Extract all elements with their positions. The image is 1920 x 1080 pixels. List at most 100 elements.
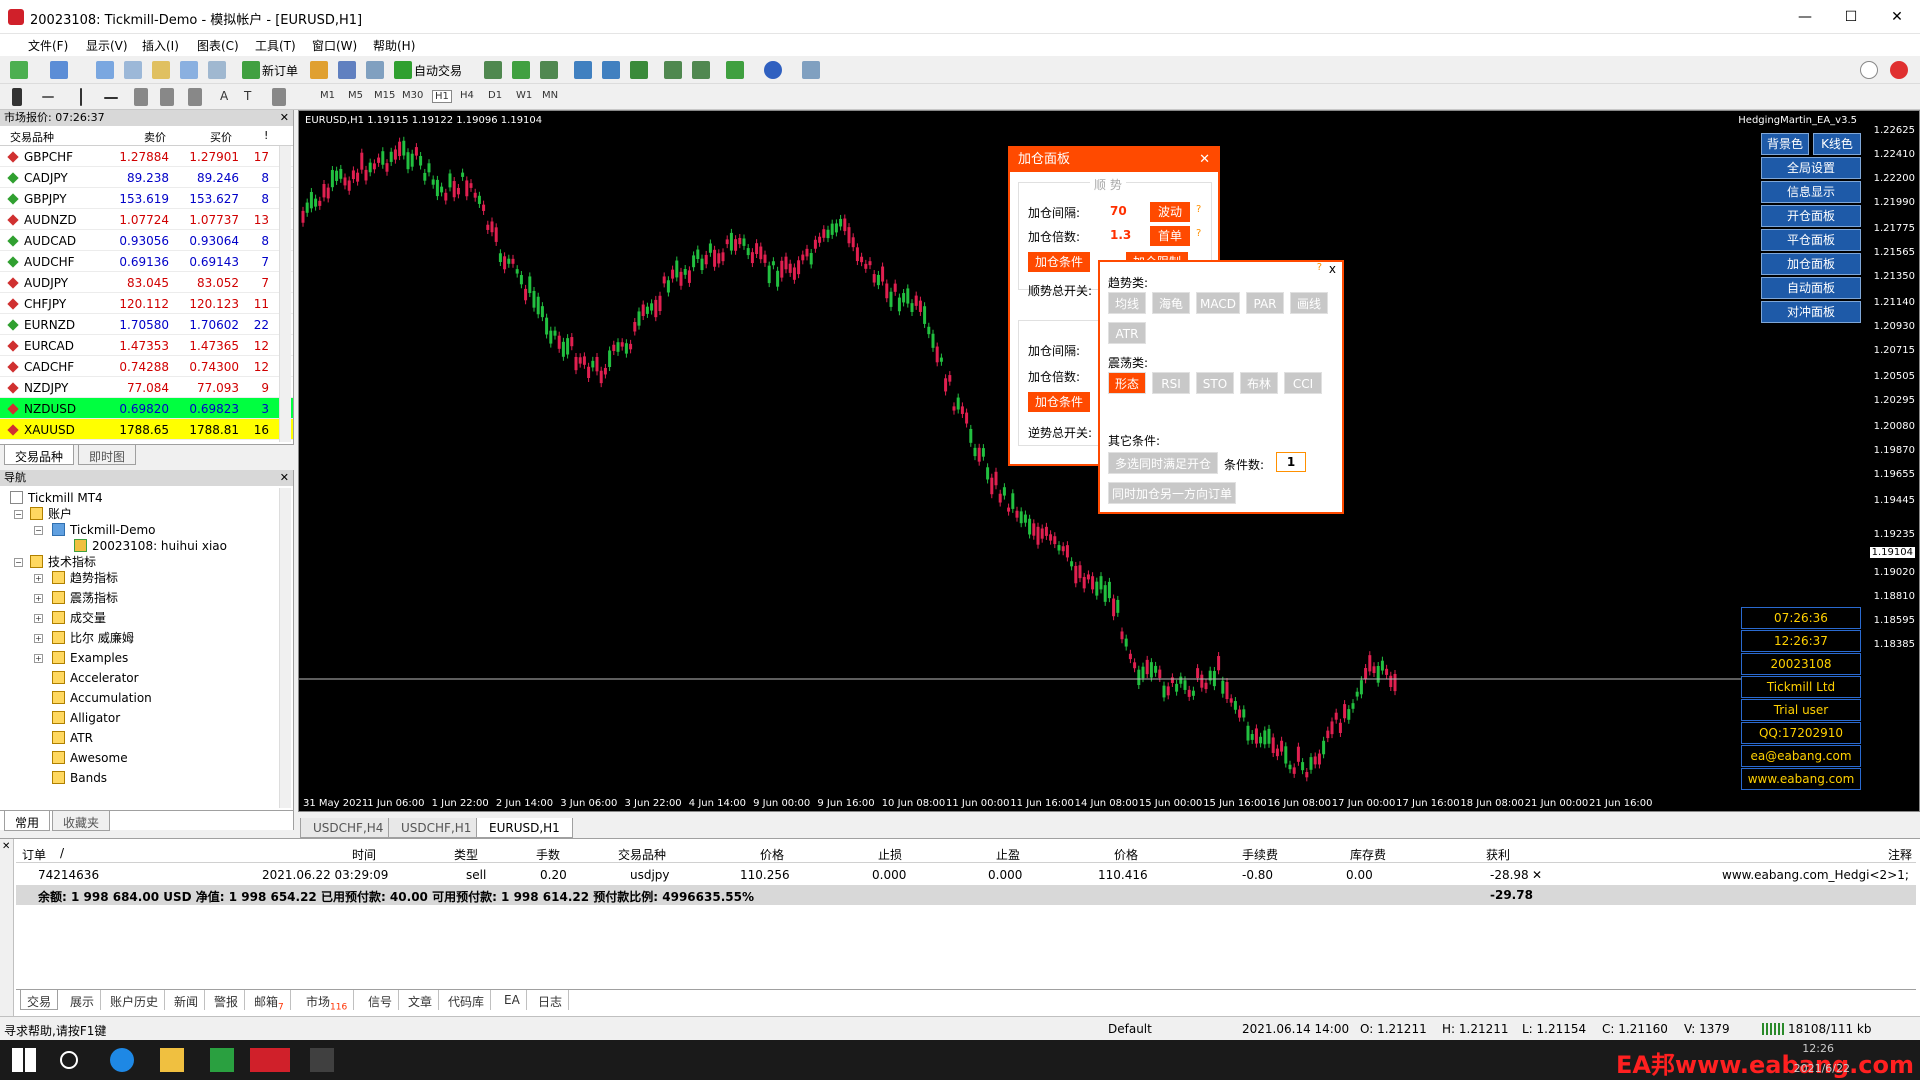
list-item[interactable]: GBPJPY 153.619 153.627 8 (0, 188, 293, 209)
ea-button[interactable]: 加仓面板 (1761, 253, 1861, 275)
zoom-out-icon[interactable] (602, 61, 620, 79)
menu-insert[interactable]: 插入(I) (142, 37, 179, 54)
count-input[interactable]: 1 (1276, 452, 1306, 472)
list-item[interactable]: CADCHF 0.74288 0.74300 12 (0, 356, 293, 377)
fibo-icon[interactable] (188, 88, 202, 106)
list-item[interactable]: AUDCHF 0.69136 0.69143 7 (0, 251, 293, 272)
mt4-icon[interactable] (250, 1048, 290, 1072)
expand-icon[interactable]: + (34, 634, 43, 643)
expand-icon[interactable]: + (34, 654, 43, 663)
ea-button[interactable]: 全局设置 (1761, 157, 1861, 179)
nav-volumes[interactable]: 成交量 (52, 608, 106, 628)
col-sl[interactable]: 止损 (878, 846, 902, 863)
close-icon[interactable]: ✕ (280, 470, 289, 486)
collapse-icon[interactable]: − (34, 526, 43, 535)
nav-oscillators[interactable]: 震荡指标 (52, 588, 118, 608)
col-spread[interactable]: ! (264, 129, 268, 142)
col-type[interactable]: 类型 (454, 846, 478, 863)
ea-button[interactable]: 自动面板 (1761, 277, 1861, 299)
tab-mailbox[interactable]: 邮箱7 (248, 990, 291, 1012)
ea-button[interactable]: 开仓面板 (1761, 205, 1861, 227)
tab-journal[interactable]: 日志 (532, 990, 570, 1010)
nav-account[interactable]: 20023108: huihui xiao (74, 536, 227, 556)
nav-bill-williams[interactable]: 比尔 威廉姆 (52, 628, 134, 648)
mt4-2-icon[interactable] (310, 1048, 334, 1072)
tab-trade[interactable]: 交易 (20, 990, 59, 1010)
close-order-icon[interactable]: ✕ (1532, 868, 1542, 882)
tab-experts[interactable]: EA (498, 990, 527, 1010)
tab-signals[interactable]: 信号 (362, 990, 400, 1010)
col-cur-price[interactable]: 价格 (1114, 846, 1138, 863)
atr-button[interactable]: ATR (1108, 322, 1146, 344)
arrows-icon[interactable] (272, 88, 286, 106)
profiles-icon[interactable] (50, 61, 68, 79)
expand-icon[interactable]: + (34, 614, 43, 623)
ea-button[interactable]: 背景色 (1761, 133, 1809, 155)
col-time[interactable]: 时间 (352, 846, 376, 863)
expand-icon[interactable]: + (34, 574, 43, 583)
market-watch-icon[interactable] (96, 61, 114, 79)
tab-articles[interactable]: 文章 (402, 990, 440, 1010)
tf-m1[interactable]: M1 (320, 90, 335, 101)
macd-button[interactable]: MACD (1196, 292, 1240, 314)
col-ask[interactable]: 买价 (210, 129, 232, 145)
turtle-button[interactable]: 海龟 (1152, 292, 1190, 314)
indicators-icon[interactable] (726, 61, 744, 79)
tab-common[interactable]: 常用 (4, 811, 51, 831)
bar-chart-icon[interactable] (484, 61, 502, 79)
ea-button[interactable]: 平仓面板 (1761, 229, 1861, 251)
table-row[interactable]: 74214636 2021.06.22 03:29:09 sell 0.20 u… (16, 865, 1916, 885)
hedge-add-button[interactable]: 同时加仓另一方向订单 (1108, 482, 1236, 504)
browser-icon[interactable] (110, 1048, 134, 1072)
hline-icon[interactable] (104, 97, 118, 99)
periods-icon[interactable] (764, 61, 782, 79)
scrollbar[interactable] (279, 146, 291, 442)
col-price[interactable]: 价格 (760, 846, 784, 863)
col-bid[interactable]: 卖价 (144, 129, 166, 145)
list-item[interactable]: EURNZD 1.70580 1.70602 22 (0, 314, 293, 335)
list-item[interactable]: CHFJPY 120.112 120.123 11 (0, 293, 293, 314)
tab-eurusd-h1[interactable]: EURUSD,H1 (476, 818, 573, 838)
list-item[interactable]: NZDJPY 77.084 77.093 9 (0, 377, 293, 398)
close-icon[interactable]: x (1329, 262, 1336, 276)
col-profit[interactable]: 获利 (1486, 846, 1510, 863)
trendline-icon[interactable] (134, 88, 148, 106)
tab-news[interactable]: 新闻 (168, 990, 206, 1010)
bollinger-button[interactable]: 布林 (1240, 372, 1278, 394)
nav-examples[interactable]: Examples (52, 648, 128, 668)
close-icon[interactable]: ✕ (1199, 148, 1210, 172)
new-order-button[interactable]: 新订单 (262, 62, 298, 79)
menu-window[interactable]: 窗口(W) (312, 37, 357, 54)
auto-trade-icon[interactable] (394, 61, 412, 79)
tab-usdchf-h1[interactable]: USDCHF,H1 (388, 818, 485, 838)
zoom-in-icon[interactable] (574, 61, 592, 79)
tf-h1[interactable]: H1 (432, 90, 452, 103)
pattern-button[interactable]: 形态 (1108, 372, 1146, 394)
profile-name[interactable]: Default (1108, 1022, 1152, 1036)
crosshair-icon[interactable] (42, 96, 54, 98)
help-icon[interactable]: ? (1196, 204, 1201, 215)
col-commission[interactable]: 手续费 (1242, 846, 1278, 863)
vline-icon[interactable] (80, 88, 82, 106)
interval-value[interactable]: 70 (1110, 204, 1127, 218)
nav-bands[interactable]: Bands (52, 768, 107, 788)
candle-chart-icon[interactable] (512, 61, 530, 79)
volatility-button[interactable]: 波动 (1150, 202, 1190, 222)
maximize-button[interactable]: ☐ (1828, 0, 1874, 34)
text-icon[interactable]: A (220, 89, 228, 103)
sto-button[interactable]: STO (1196, 372, 1234, 394)
help-icon[interactable]: ? (1317, 262, 1322, 273)
list-item[interactable]: CADJPY 89.238 89.246 8 (0, 167, 293, 188)
auto-trade-button[interactable]: 自动交易 (414, 62, 462, 79)
start-icon[interactable] (12, 1048, 36, 1072)
ea-button[interactable]: 对冲面板 (1761, 301, 1861, 323)
signals-icon[interactable] (338, 61, 356, 79)
col-sort[interactable]: / (60, 846, 64, 860)
col-comment[interactable]: 注释 (1888, 846, 1912, 863)
first-order-button[interactable]: 首单 (1150, 226, 1190, 246)
col-order[interactable]: 订单 (22, 846, 46, 863)
menu-view[interactable]: 显示(V) (86, 37, 128, 54)
close-icon[interactable]: ✕ (280, 110, 289, 126)
tab-history[interactable]: 账户历史 (104, 990, 166, 1010)
data-window-icon[interactable] (124, 61, 142, 79)
